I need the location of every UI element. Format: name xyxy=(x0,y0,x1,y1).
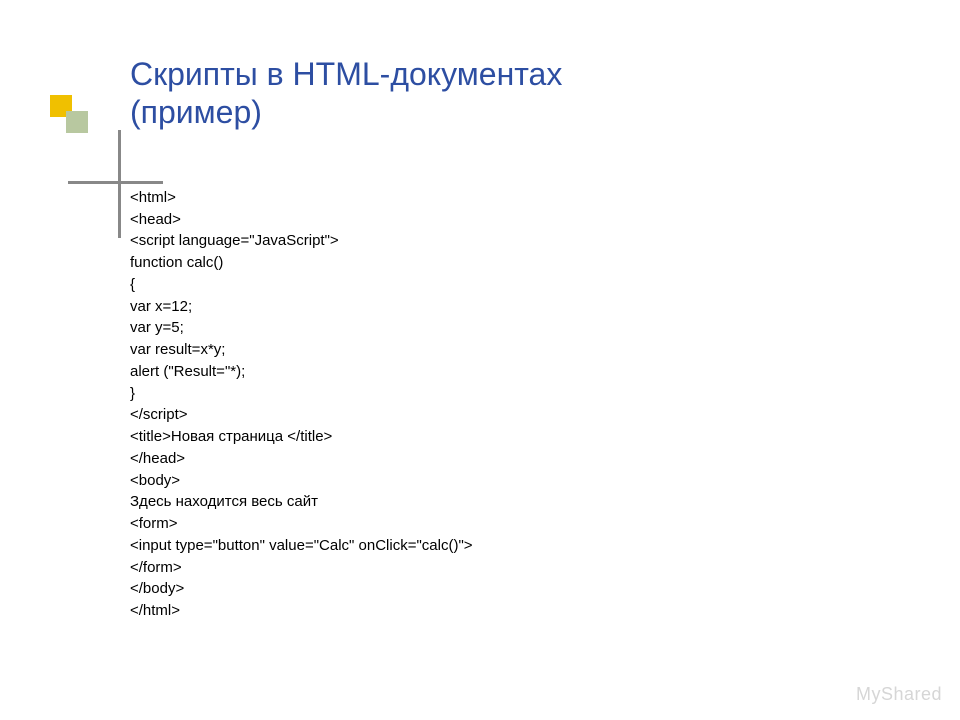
title-line-1: Скрипты в HTML-документах xyxy=(130,55,920,93)
slide-title: Скрипты в HTML-документах (пример) xyxy=(130,55,920,132)
square-yellow-icon xyxy=(50,95,72,117)
decorative-graphic xyxy=(40,75,140,195)
code-line: } xyxy=(130,383,960,405)
code-line: <head> xyxy=(130,209,960,231)
code-line: </head> xyxy=(130,448,960,470)
code-line: var result=x*y; xyxy=(130,339,960,361)
horizontal-line-icon xyxy=(68,181,163,184)
code-line: { xyxy=(130,274,960,296)
code-line: var y=5; xyxy=(130,317,960,339)
code-example: <html> <head> <script language="JavaScri… xyxy=(130,187,960,622)
title-line-2: (пример) xyxy=(130,93,920,131)
code-line: <html> xyxy=(130,187,960,209)
vertical-line-icon xyxy=(118,130,121,238)
code-line: var x=12; xyxy=(130,296,960,318)
watermark: MyShared xyxy=(856,684,942,705)
code-line: </html> xyxy=(130,600,960,622)
code-line: <title>Новая страница </title> xyxy=(130,426,960,448)
code-line: <form> xyxy=(130,513,960,535)
code-line: Здесь находится весь сайт xyxy=(130,491,960,513)
code-line: <body> xyxy=(130,470,960,492)
square-green-icon xyxy=(66,111,88,133)
code-line: </form> xyxy=(130,557,960,579)
code-line: <script language="JavaScript"> xyxy=(130,230,960,252)
code-line: <input type="button" value="Calc" onClic… xyxy=(130,535,960,557)
slide: Скрипты в HTML-документах (пример) <html… xyxy=(0,0,960,720)
code-line: </script> xyxy=(130,404,960,426)
code-line: </body> xyxy=(130,578,960,600)
code-line: function calc() xyxy=(130,252,960,274)
code-line: alert ("Result="*); xyxy=(130,361,960,383)
